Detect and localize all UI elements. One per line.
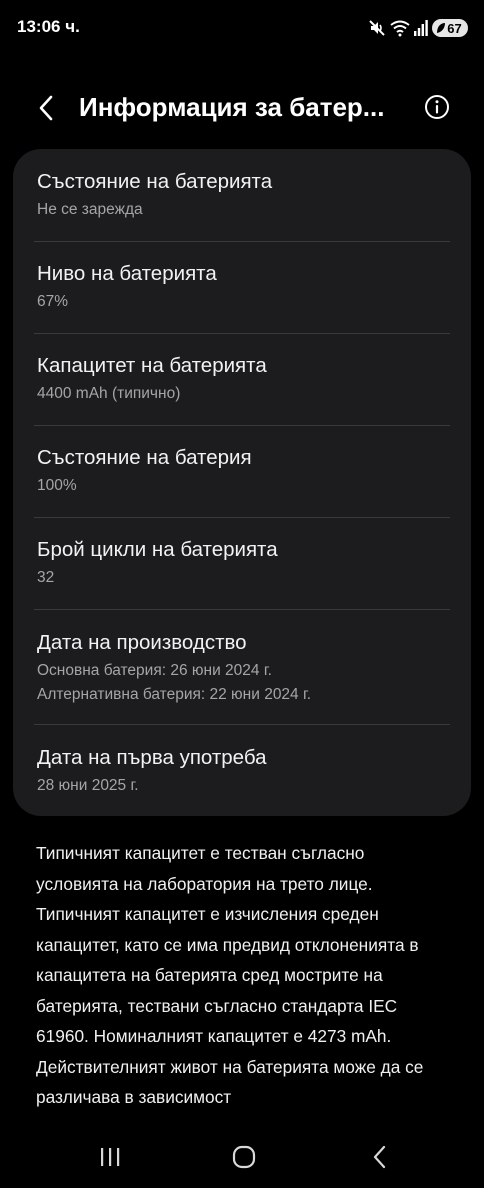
- list-item-manufacture-date[interactable]: Дата на производство Основна батерия: 26…: [13, 610, 471, 724]
- list-item-subtitle: Не се зарежда: [37, 201, 143, 218]
- list-item-subtitle: 28 юни 2025 г.: [37, 777, 139, 794]
- list-item-title: Ниво на батерията: [37, 262, 217, 285]
- signal-icon: [414, 20, 428, 36]
- recent-apps-icon: [101, 1148, 120, 1166]
- status-icons: 67: [368, 17, 468, 39]
- status-time: 13:06 ч.: [17, 17, 80, 36]
- info-icon: [425, 95, 449, 119]
- app-header: Информация за батер...: [0, 76, 484, 140]
- recent-apps-button[interactable]: [90, 1142, 130, 1172]
- list-item-battery-status[interactable]: Състояние на батерията Не се зарежда: [13, 149, 471, 241]
- list-item-title: Състояние на батерия: [37, 446, 252, 469]
- navigation-bar: [0, 1126, 484, 1188]
- list-item-subtitle: 32: [37, 569, 55, 586]
- chevron-left-icon: [39, 95, 53, 121]
- list-item-battery-level[interactable]: Ниво на батерията 67%: [13, 242, 471, 333]
- list-item-battery-capacity[interactable]: Капацитет на батерията 4400 mAh (типично…: [13, 334, 471, 425]
- list-item-subtitle-secondary: Алтернативна батерия: 22 юни 2024 г.: [37, 686, 312, 703]
- list-item-battery-health[interactable]: Състояние на батерия 100%: [13, 426, 471, 517]
- back-icon: [373, 1145, 386, 1169]
- list-item-subtitle: 100%: [37, 477, 77, 494]
- list-item-subtitle: Основна батерия: 26 юни 2024 г.: [37, 662, 272, 679]
- list-item-cycle-count[interactable]: Брой цикли на батерията 32: [13, 518, 471, 609]
- leaf-icon: [437, 23, 446, 33]
- battery-icon: 67: [432, 19, 468, 37]
- list-item-title: Състояние на батерията: [37, 170, 273, 193]
- list-item-title: Дата на първа употреба: [37, 746, 267, 769]
- list-item-first-use-date[interactable]: Дата на първа употреба 28 юни 2025 г.: [13, 725, 471, 816]
- wifi-icon: [390, 19, 410, 37]
- info-button[interactable]: [420, 90, 454, 124]
- list-item-title: Брой цикли на батерията: [37, 538, 278, 561]
- list-item-title: Дата на производство: [37, 631, 247, 654]
- list-item-subtitle: 67%: [37, 293, 69, 310]
- mute-icon: [368, 19, 386, 37]
- list-item-subtitle: 4400 mAh (типично): [37, 385, 181, 402]
- status-bar: 13:06 ч. 67: [0, 0, 484, 56]
- nav-back-button[interactable]: [360, 1142, 400, 1172]
- capacity-description: Типичният капацитет е тестван съгласно у…: [36, 843, 424, 1107]
- home-button[interactable]: [224, 1142, 264, 1172]
- battery-level: 67: [447, 20, 462, 36]
- battery-info-card: Състояние на батерията Не се зарежда Нив…: [13, 149, 471, 816]
- home-icon: [232, 1145, 256, 1169]
- list-item-title: Капацитет на батерията: [37, 354, 267, 377]
- page-title: Информация за батер...: [79, 92, 385, 122]
- back-button[interactable]: [26, 88, 66, 128]
